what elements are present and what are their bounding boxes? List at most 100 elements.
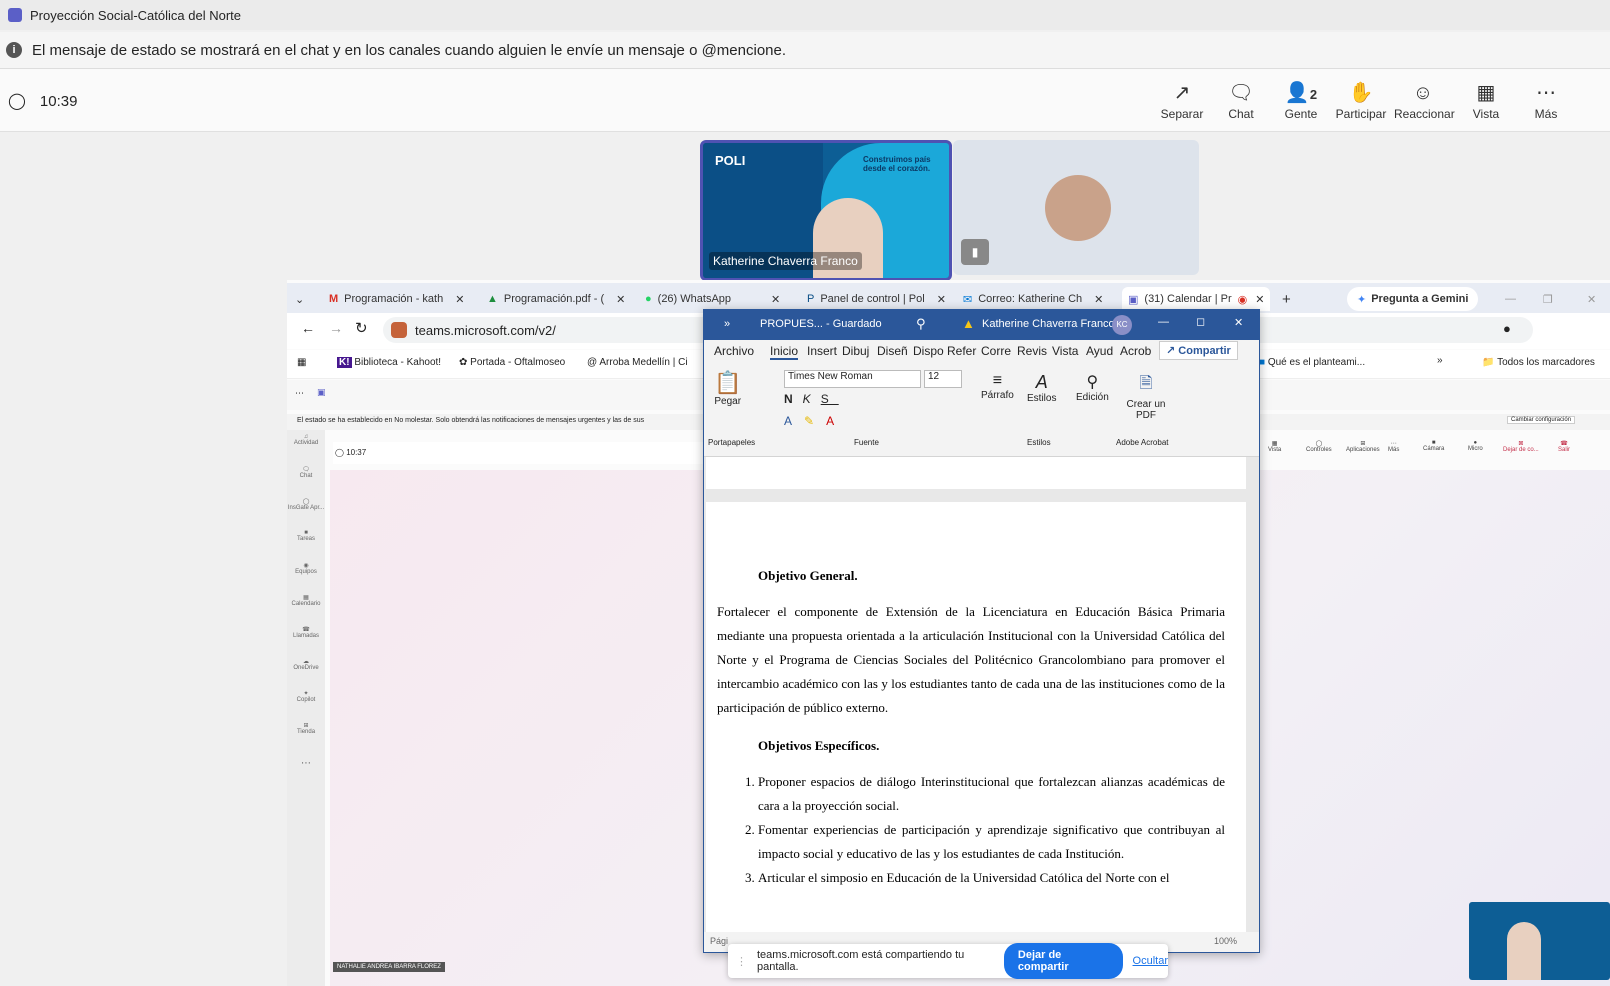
rail-onedrive[interactable]: ☁ OneDrive <box>287 658 325 671</box>
change-settings-button[interactable]: Cambiar configuración <box>1507 416 1576 424</box>
close-icon[interactable]: ✕ <box>1234 316 1243 329</box>
view-button[interactable]: ▦ Vista <box>1457 79 1515 121</box>
apps-icon[interactable]: ▦ <box>297 357 306 368</box>
close-icon[interactable]: ✕ <box>937 293 946 306</box>
tab-insertar[interactable]: Insert <box>807 344 837 358</box>
text-effects-icon[interactable]: A <box>784 414 804 428</box>
color-buttons[interactable]: A✎A <box>784 414 846 428</box>
minimize-icon[interactable]: — <box>1505 287 1516 311</box>
rail-tasks[interactable]: ■ Tareas <box>287 530 325 542</box>
reload-icon[interactable]: ↻ <box>355 319 368 337</box>
user-avatar[interactable]: KC <box>1112 315 1132 335</box>
inner-leave-button[interactable]: ☎ Salir <box>1558 440 1570 453</box>
font-size-select[interactable]: 12 <box>924 370 962 388</box>
raise-hand-button[interactable]: ✋ Participar <box>1332 79 1390 121</box>
back-icon[interactable]: ← <box>301 320 315 336</box>
browser-tab[interactable]: M Programación - kath ✕ <box>329 287 464 311</box>
inner-view-button[interactable]: ▦ Vista <box>1268 440 1281 453</box>
participant-tile-2[interactable]: ▮ <box>953 140 1199 275</box>
restore-icon[interactable]: ❐ <box>1543 287 1553 311</box>
bookmark-item[interactable]: ■ Qué es el planteami... <box>1259 357 1365 368</box>
close-icon[interactable]: ✕ <box>1255 293 1264 306</box>
browser-tab[interactable]: P Panel de control | Pol ✕ <box>807 287 946 311</box>
all-bookmarks[interactable]: 📁 Todos los marcadores <box>1482 357 1595 368</box>
document-title[interactable]: PROPUES... - Guardado <box>760 318 882 330</box>
zoom-level[interactable]: 100% <box>1214 936 1237 946</box>
rail-chat[interactable]: 🗨 Chat <box>287 466 325 479</box>
underline-icon[interactable]: S <box>821 392 839 406</box>
rail-calls[interactable]: ☎ Llamadas <box>287 626 325 639</box>
gemini-button[interactable]: ✦ Pregunta a Gemini <box>1347 287 1479 311</box>
new-tab-button[interactable]: + <box>1282 287 1291 311</box>
hide-button[interactable]: Ocultar <box>1133 955 1168 967</box>
tab-search-icon[interactable]: ⌄ <box>295 287 304 311</box>
format-buttons[interactable]: NKS <box>784 392 839 406</box>
bookmark-item[interactable]: K! Biblioteca - Kahoot! <box>337 357 441 368</box>
maximize-icon[interactable]: ◻ <box>1196 315 1205 328</box>
participant-tile-katherine[interactable]: POLI Construimos país desde el corazón. … <box>700 140 952 281</box>
paste-button[interactable]: 📋 Pegar <box>714 370 741 407</box>
rail-copilot[interactable]: ✦ Copilot <box>287 690 325 703</box>
inner-controls-button[interactable]: ◯ Controles <box>1306 440 1332 453</box>
apps-grid-icon[interactable]: ⋯ <box>295 388 304 399</box>
tab-ayuda[interactable]: Ayud <box>1086 344 1113 358</box>
browser-tab-active[interactable]: ▣ (31) Calendar | Pr ◉ ✕ <box>1122 287 1271 311</box>
bold-icon[interactable]: N <box>784 392 803 406</box>
tab-dibujar[interactable]: Dibuj <box>842 344 869 358</box>
document-canvas[interactable]: Objetivo General. Fortalecer el componen… <box>704 457 1259 932</box>
font-name-select[interactable]: Times New Roman <box>784 370 921 388</box>
more-bookmarks-icon[interactable]: » <box>1437 355 1443 366</box>
tab-vista[interactable]: Vista <box>1052 344 1078 358</box>
more-button[interactable]: ⋯ Más <box>1517 79 1575 121</box>
italic-icon[interactable]: K <box>803 392 821 406</box>
highlight-icon[interactable]: ✎ <box>804 414 826 428</box>
forward-icon[interactable]: → <box>329 320 343 336</box>
bookmark-item[interactable]: @ Arroba Medellín | Ci <box>587 357 688 368</box>
font-color-icon[interactable]: A <box>826 414 846 428</box>
drag-handle-icon[interactable]: ⋮ <box>736 955 747 968</box>
rail-store[interactable]: ⊞ Tienda <box>287 722 325 735</box>
close-icon[interactable]: ✕ <box>616 293 625 306</box>
profile-avatar[interactable]: ● <box>1503 321 1511 336</box>
tab-acrobat[interactable]: Acrob <box>1120 344 1151 358</box>
browser-tab[interactable]: ✉ Correo: Katherine Ch ✕ <box>963 287 1103 311</box>
minimize-icon[interactable]: — <box>1158 316 1169 328</box>
create-pdf-button[interactable]: 🗎 Crear un PDF <box>1124 372 1168 421</box>
react-button[interactable]: ☺ Reaccionar <box>1394 79 1455 121</box>
rail-teams[interactable]: ◉ Equipos <box>287 562 325 575</box>
styles-button[interactable]: A Estilos <box>1027 372 1056 404</box>
search-icon[interactable]: ⚲ <box>916 316 926 332</box>
inner-more-button[interactable]: ⋯ Más <box>1388 440 1399 453</box>
inner-apps-button[interactable]: ⊞ Aplicaciones <box>1346 440 1380 453</box>
tab-correspondencia[interactable]: Corre <box>981 344 1011 358</box>
browser-tab[interactable]: ▲ Programación.pdf - (✕ <box>487 287 625 311</box>
tab-diseno[interactable]: Diseñ <box>877 344 908 358</box>
rail-activity[interactable]: ♫ Actividad <box>287 434 325 446</box>
close-icon[interactable]: ✕ <box>455 293 464 306</box>
tab-archivo[interactable]: Archivo <box>714 344 754 358</box>
editing-button[interactable]: ⚲ Edición <box>1076 372 1109 403</box>
tab-revisar[interactable]: Revis <box>1017 344 1047 358</box>
tab-inicio[interactable]: Inicio <box>770 344 799 360</box>
chat-button[interactable]: 🗨 Chat <box>1212 79 1270 121</box>
close-icon[interactable]: ✕ <box>771 293 780 306</box>
stop-sharing-button[interactable]: Dejar de compartir <box>1003 943 1123 979</box>
expand-icon[interactable]: » <box>724 318 730 330</box>
share-button[interactable]: ↗ Compartir <box>1159 341 1238 360</box>
document-page[interactable]: Objetivo General. Fortalecer el componen… <box>706 502 1246 932</box>
inner-mic-button[interactable]: ● Micro <box>1468 440 1483 452</box>
separate-button[interactable]: ↗ Separar <box>1153 79 1211 121</box>
tab-disposicion[interactable]: Dispo <box>913 344 944 358</box>
rail-app[interactable]: ◯ InsGate Apr... <box>287 498 325 511</box>
close-window-icon[interactable]: ✕ <box>1587 287 1596 311</box>
close-icon[interactable]: ✕ <box>1094 293 1103 306</box>
inner-stop-share-button[interactable]: ⊠ Dejar de co... <box>1503 440 1539 453</box>
bookmark-item[interactable]: ✿ Portada - Oftalmoseo <box>459 357 565 368</box>
people-button[interactable]: 👤2 Gente <box>1272 79 1330 121</box>
inner-camera-button[interactable]: ■ Cámara <box>1423 440 1444 452</box>
browser-tab[interactable]: ● (26) WhatsApp ✕ <box>645 287 780 311</box>
paragraph-button[interactable]: ≡ Párrafo <box>981 372 1014 401</box>
rail-more-icon[interactable]: ⋯ <box>287 758 325 769</box>
rail-calendar[interactable]: ▦ Calendario <box>287 594 325 607</box>
tab-referencias[interactable]: Refer <box>947 344 976 358</box>
